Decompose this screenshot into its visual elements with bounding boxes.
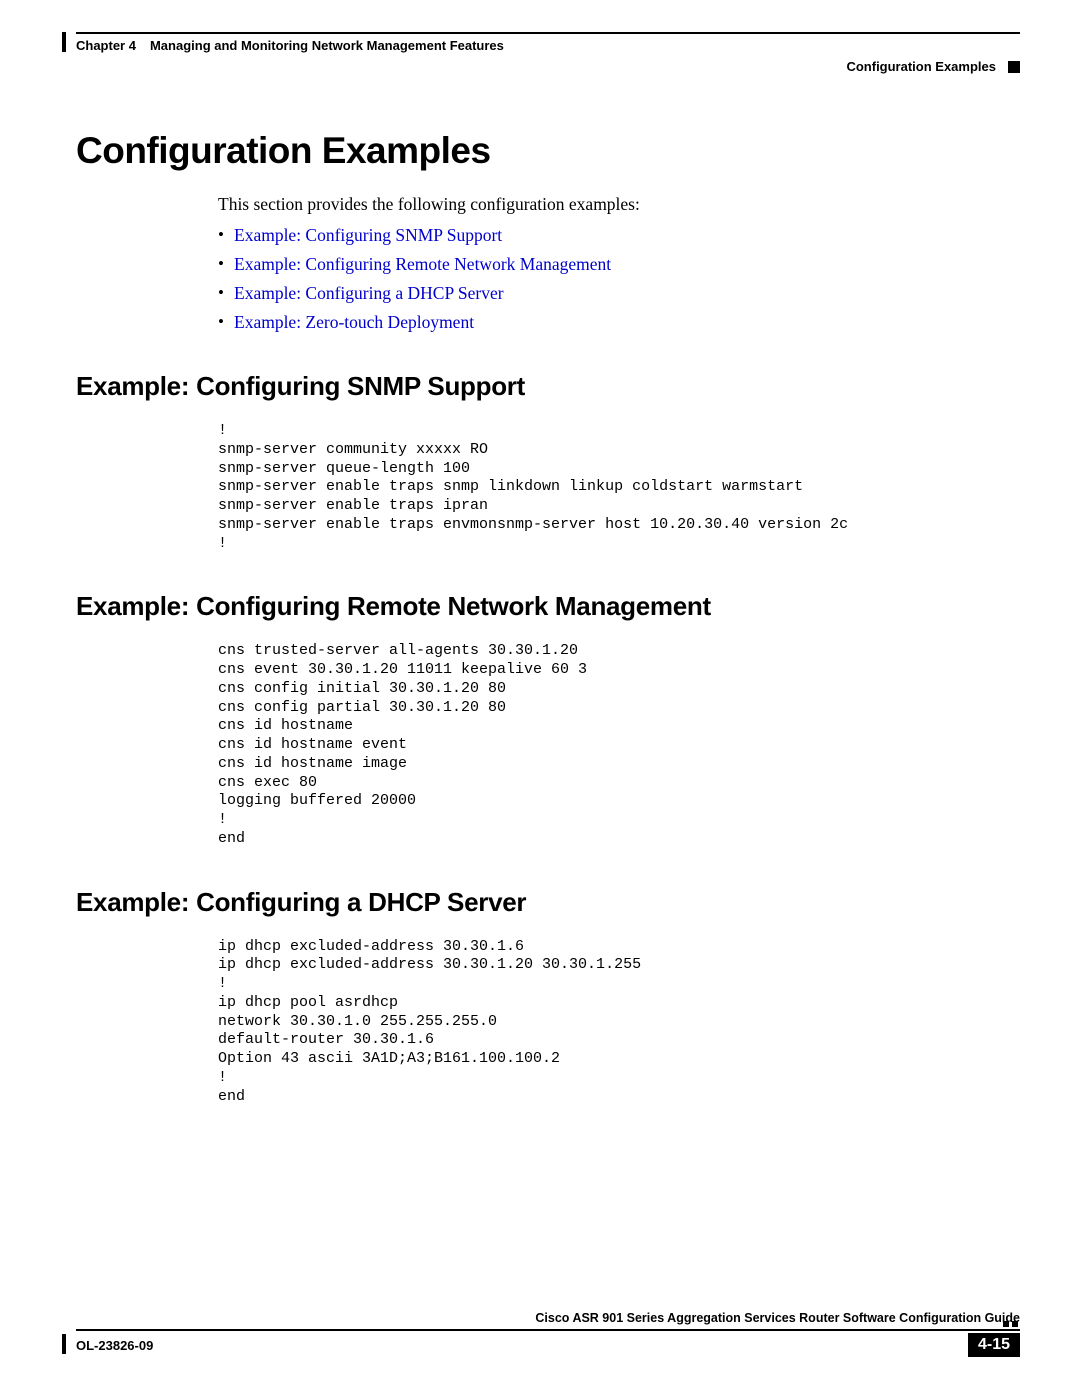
link-remote-network[interactable]: Example: Configuring Remote Network Mana… bbox=[234, 254, 1020, 275]
example-links-list: Example: Configuring SNMP Support Exampl… bbox=[234, 225, 1020, 333]
header-accent-left bbox=[62, 32, 66, 52]
footer-doc-id: OL-23826-09 bbox=[76, 1338, 153, 1353]
chapter-number: Chapter 4 bbox=[76, 38, 136, 53]
doc-id-text: OL-23826-09 bbox=[76, 1338, 153, 1353]
section-heading-dhcp: Example: Configuring a DHCP Server bbox=[76, 887, 1020, 918]
page-title: Configuration Examples bbox=[76, 130, 1020, 172]
header-section-row: Configuration Examples bbox=[76, 59, 1020, 74]
page-number-text: 4-15 bbox=[978, 1336, 1010, 1353]
footer-rule bbox=[76, 1329, 1020, 1331]
link-zero-touch[interactable]: Example: Zero-touch Deployment bbox=[234, 312, 1020, 333]
header-chapter-row: Chapter 4 Managing and Monitoring Networ… bbox=[76, 38, 1020, 53]
page-footer: Cisco ASR 901 Series Aggregation Service… bbox=[76, 1311, 1020, 1357]
section-heading-remote: Example: Configuring Remote Network Mana… bbox=[76, 591, 1020, 622]
code-remote: cns trusted-server all-agents 30.30.1.20… bbox=[218, 642, 1020, 848]
chapter-title: Managing and Monitoring Network Manageme… bbox=[150, 38, 504, 53]
code-dhcp: ip dhcp excluded-address 30.30.1.6 ip dh… bbox=[218, 938, 1020, 1107]
footer-page-dots-icon bbox=[1003, 1321, 1018, 1327]
intro-text: This section provides the following conf… bbox=[218, 194, 1020, 215]
section-label: Configuration Examples bbox=[846, 59, 996, 74]
footer-guide-title: Cisco ASR 901 Series Aggregation Service… bbox=[76, 1311, 1020, 1325]
link-snmp[interactable]: Example: Configuring SNMP Support bbox=[234, 225, 1020, 246]
section-heading-snmp: Example: Configuring SNMP Support bbox=[76, 371, 1020, 402]
header-accent-right-icon bbox=[1008, 61, 1020, 73]
link-dhcp[interactable]: Example: Configuring a DHCP Server bbox=[234, 283, 1020, 304]
code-snmp: ! snmp-server community xxxxx RO snmp-se… bbox=[218, 422, 1020, 553]
footer-page-number: 4-15 bbox=[968, 1333, 1020, 1357]
footer-accent-left bbox=[62, 1334, 66, 1354]
header-rule bbox=[76, 32, 1020, 34]
